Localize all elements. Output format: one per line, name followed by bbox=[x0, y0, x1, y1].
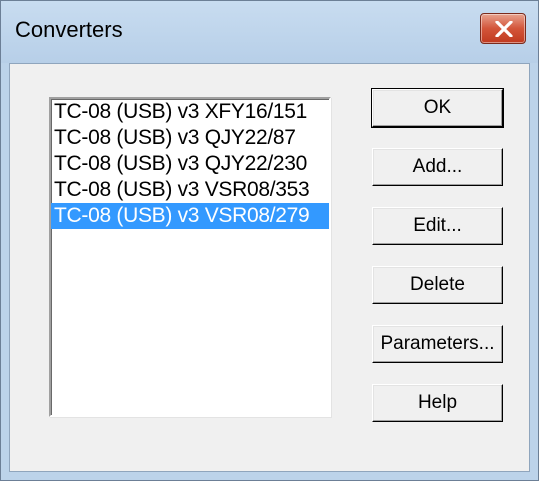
delete-button[interactable]: Delete bbox=[372, 266, 503, 304]
parameters-button[interactable]: Parameters... bbox=[372, 325, 503, 363]
converters-listbox[interactable]: TC-08 (USB) v3 XFY16/151 TC-08 (USB) v3 … bbox=[49, 97, 331, 417]
window-title: Converters bbox=[15, 17, 123, 42]
list-item[interactable]: TC-08 (USB) v3 QJY22/230 bbox=[51, 151, 329, 177]
help-button[interactable]: Help bbox=[372, 384, 503, 422]
list-item[interactable]: TC-08 (USB) v3 XFY16/151 bbox=[51, 99, 329, 125]
close-icon bbox=[495, 21, 513, 37]
list-item[interactable]: TC-08 (USB) v3 VSR08/279 bbox=[51, 203, 329, 229]
add-button[interactable]: Add... bbox=[372, 148, 503, 186]
edit-button[interactable]: Edit... bbox=[372, 207, 503, 245]
ok-button[interactable]: OK bbox=[371, 88, 504, 128]
list-item[interactable]: TC-08 (USB) v3 QJY22/87 bbox=[51, 125, 329, 151]
dialog-body: TC-08 (USB) v3 XFY16/151 TC-08 (USB) v3 … bbox=[9, 63, 530, 472]
list-item[interactable]: TC-08 (USB) v3 VSR08/353 bbox=[51, 177, 329, 203]
converters-dialog: Converters TC-08 (USB) v3 XFY16/151 TC-0… bbox=[0, 0, 539, 481]
title-bar[interactable]: Converters bbox=[1, 1, 538, 63]
close-button[interactable] bbox=[480, 13, 526, 44]
